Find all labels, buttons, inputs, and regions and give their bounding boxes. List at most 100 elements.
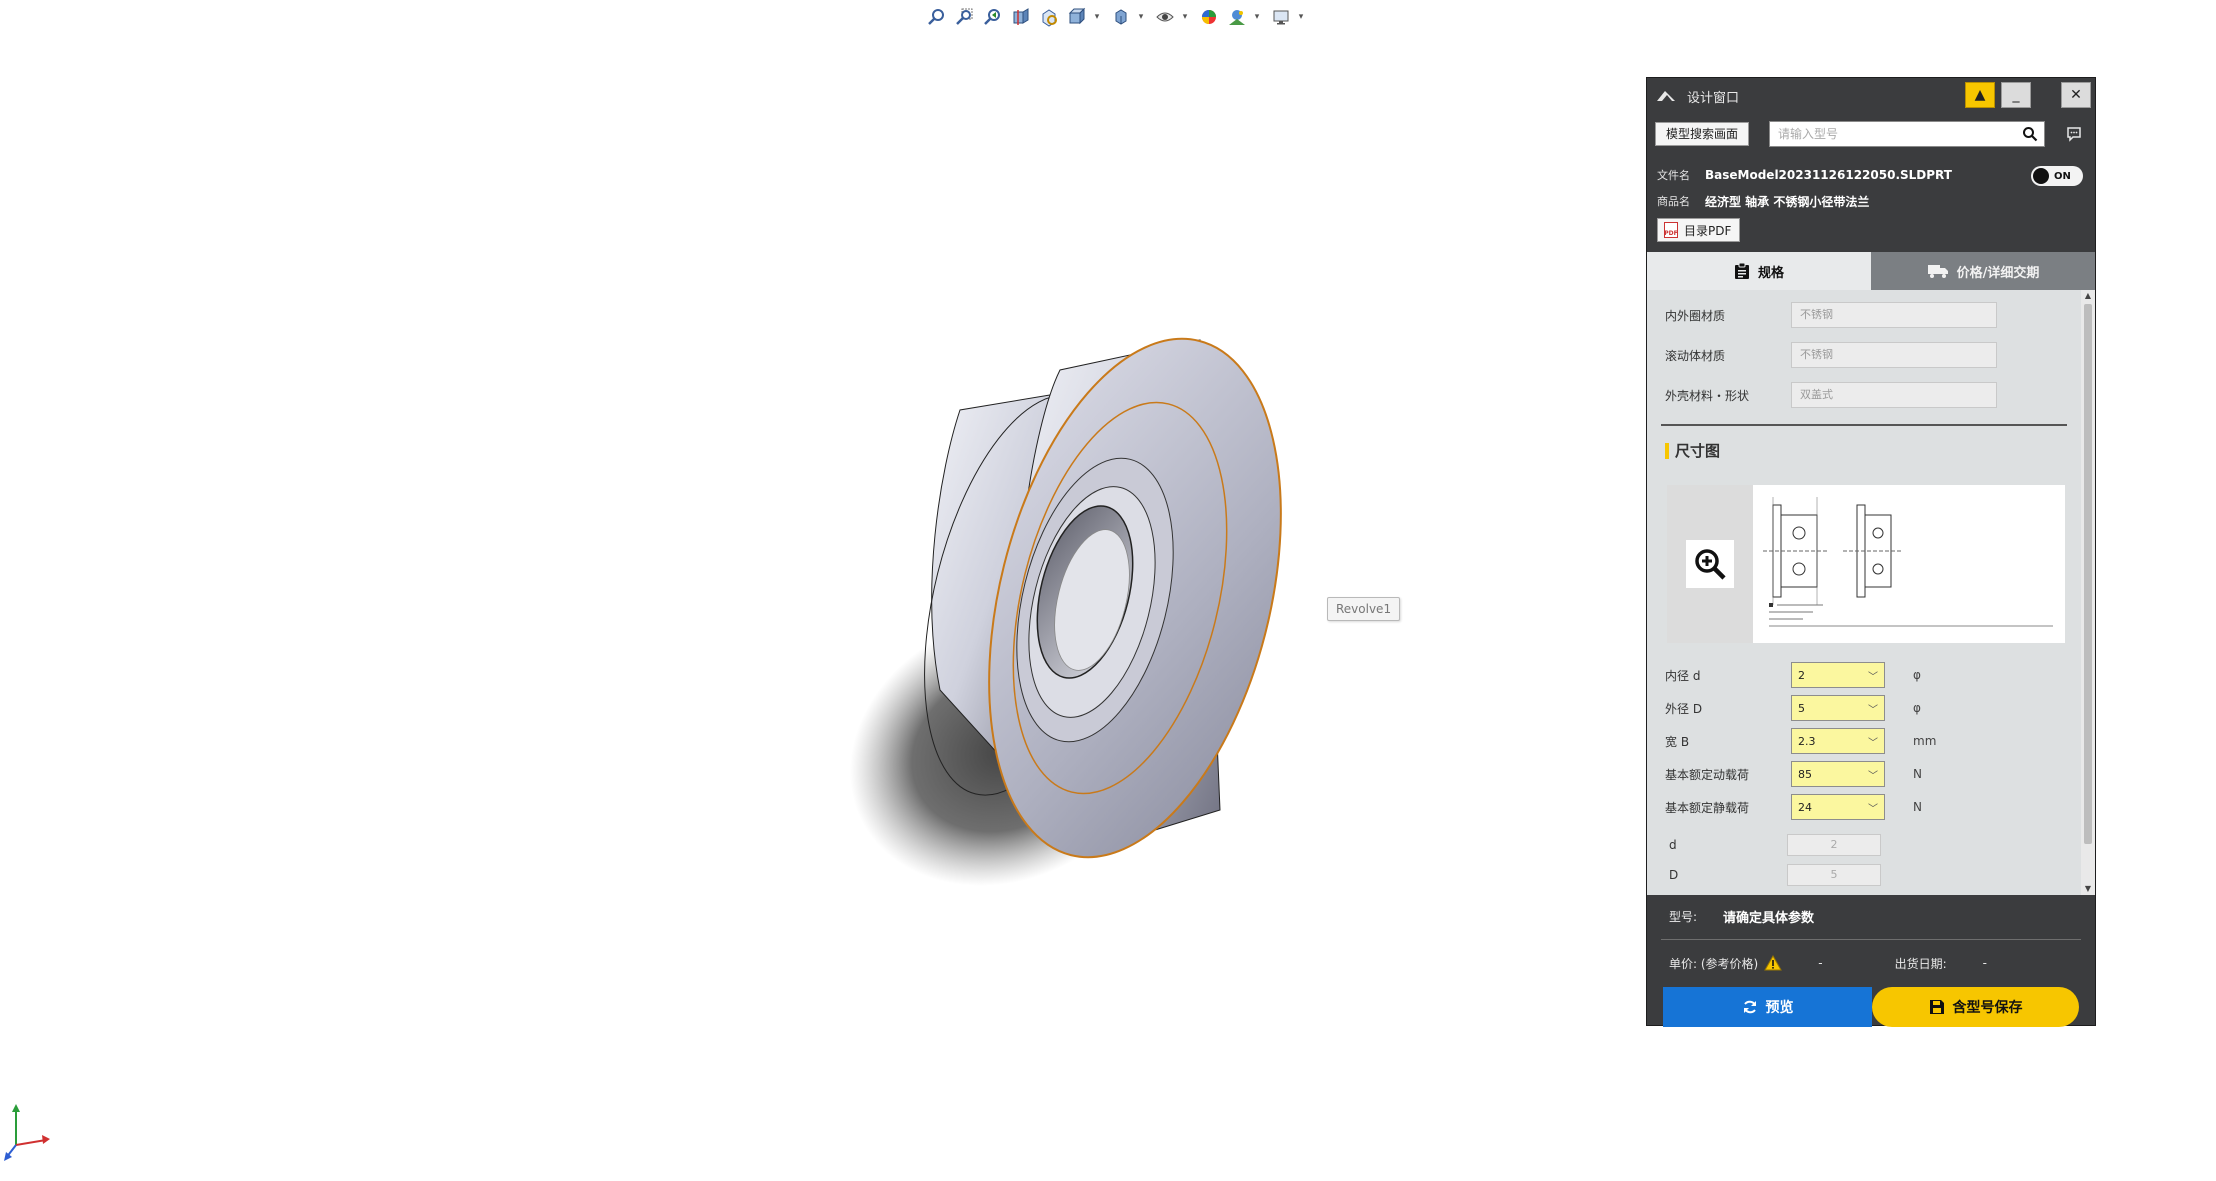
catalog-pdf-label: 目录PDF [1684, 223, 1732, 238]
save-with-model-button[interactable]: 含型号保存 [1872, 987, 2079, 1027]
content-scrollbar[interactable]: ▲ ▼ [2081, 290, 2095, 895]
model-number-input[interactable] [1776, 126, 2023, 142]
readonly-row-d: d 2 [1669, 834, 1881, 856]
section-divider [1661, 424, 2067, 426]
param-label: 外径 D [1665, 701, 1703, 716]
spec-value: 不锈钢 [1791, 342, 1997, 368]
minimize-icon: _ [2012, 87, 2020, 103]
width-select[interactable]: 2.3 ﹀ [1791, 728, 1885, 754]
chevron-down-icon: ﹀ [1868, 671, 1878, 683]
param-label: 基本额定动载荷 [1665, 767, 1750, 782]
param-unit: φ [1913, 668, 1921, 682]
close-button[interactable]: ✕ [2061, 82, 2091, 108]
readonly-label: d [1669, 838, 1677, 852]
specs-content: 内外圈材质 不锈钢 滚动体材质 不锈钢 外壳材料・形状 双盖式 尺寸图 内径 d… [1647, 290, 2095, 895]
chevron-down-icon: ﹀ [1868, 770, 1878, 782]
param-unit: N [1913, 800, 1922, 814]
panel-footer: 型号: 请确定具体参数 单价: (参考价格) - 出货日期: - 预览 含型号保… [1647, 895, 2095, 1027]
tab-specs-label: 规格 [1757, 265, 1784, 281]
inner-diameter-select[interactable]: 2 ﹀ [1791, 662, 1885, 688]
clipboard-icon [1734, 262, 1749, 279]
param-row-width: 宽 B 2.3 ﹀ mm [1665, 728, 1936, 754]
zoom-in-icon [1695, 549, 1726, 580]
param-row-inner-diameter: 内径 d 2 ﹀ φ [1665, 662, 1921, 688]
readonly-value: 2 [1787, 834, 1881, 856]
search-row: 模型搜索画面 [1655, 120, 2087, 148]
product-name-row: 商品名 经济型 轴承 不锈钢小径带法兰 [1657, 188, 2085, 214]
model-number-row: 型号: 请确定具体参数 [1669, 907, 1814, 926]
outer-diameter-select[interactable]: 5 ﹀ [1791, 695, 1885, 721]
axis-triad-icon [4, 1104, 50, 1161]
chevron-down-icon: ﹀ [1868, 803, 1878, 815]
spec-label: 外壳材料・形状 [1665, 388, 1750, 403]
product-name-value: 经济型 轴承 不锈钢小径带法兰 [1705, 194, 1870, 209]
catalog-pdf-button[interactable]: PDF 目录PDF [1657, 218, 1741, 242]
product-info: 文件名 BaseModel20231126122050.SLDPRT 商品名 经… [1657, 162, 2085, 252]
static-load-select[interactable]: 24 ﹀ [1791, 794, 1885, 820]
preview-label: 预览 [1765, 1000, 1794, 1016]
pin-button[interactable]: ▲ [1965, 82, 1995, 108]
param-value: 2.3 [1798, 734, 1816, 748]
toggle-knob [2033, 168, 2049, 184]
toggle-label: ON [2054, 170, 2071, 182]
dimension-section-title: 尺寸图 [1665, 440, 1720, 461]
on-off-toggle[interactable]: ON [2031, 166, 2083, 186]
spec-row-shell-material: 外壳材料・形状 双盖式 [1665, 382, 1997, 408]
param-value: 5 [1798, 701, 1805, 715]
readonly-row-D: D 5 [1669, 864, 1881, 886]
feature-tooltip: Revolve1 [1327, 597, 1401, 621]
chat-button[interactable] [2061, 121, 2087, 147]
zoom-button[interactable] [1686, 540, 1734, 588]
param-row-dynamic-load: 基本额定动载荷 85 ﹀ N [1665, 761, 1922, 787]
model-search-button[interactable]: 模型搜索画面 [1655, 122, 1750, 146]
dynamic-load-select[interactable]: 85 ﹀ [1791, 761, 1885, 787]
dimension-section-label: 尺寸图 [1675, 442, 1721, 460]
ship-date-value: - [1982, 956, 1987, 970]
action-row: 预览 含型号保存 [1663, 987, 2079, 1027]
price-row: 单价: (参考价格) - 出货日期: - [1669, 951, 2081, 975]
ship-date-label: 出货日期: [1894, 956, 1947, 971]
readonly-label: D [1669, 868, 1679, 882]
search-icon[interactable] [2022, 126, 2038, 142]
bearing-model[interactable] [830, 330, 1390, 950]
product-name-label: 商品名 [1657, 195, 1690, 208]
param-unit: N [1913, 767, 1922, 781]
bearing-drawing [1763, 497, 2053, 627]
graphics-viewport[interactable]: Revolve1 [0, 0, 1640, 1181]
tab-price-delivery[interactable]: 价格/详细交期 [1871, 252, 2095, 290]
pdf-icon: PDF [1664, 222, 1678, 238]
param-label: 内径 d [1665, 668, 1701, 683]
section-accent-bar [1665, 442, 1669, 459]
refresh-icon [1743, 1000, 1756, 1014]
readonly-value: 5 [1787, 864, 1881, 886]
panel-title: 设计窗口 [1687, 90, 1740, 106]
param-row-outer-diameter: 外径 D 5 ﹀ φ [1665, 695, 1921, 721]
preview-button[interactable]: 预览 [1663, 987, 1872, 1027]
file-name-label: 文件名 [1657, 169, 1690, 182]
chat-icon [2067, 127, 2081, 142]
param-value: 85 [1798, 767, 1812, 781]
param-label: 宽 B [1665, 734, 1690, 749]
design-window-panel: 设计窗口 ▲ _ ✕ 模型搜索画面 文件名 BaseModel202311261… [1646, 77, 2096, 1027]
dimension-diagram [1667, 485, 2065, 643]
spec-row-ring-material: 内外圈材质 不锈钢 [1665, 302, 1997, 328]
save-label: 含型号保存 [1952, 1000, 2023, 1016]
pin-icon: ▲ [1974, 87, 1986, 103]
file-name-row: 文件名 BaseModel20231126122050.SLDPRT [1657, 162, 2085, 188]
scroll-down-icon[interactable]: ▼ [2081, 883, 2095, 895]
file-name-value: BaseModel20231126122050.SLDPRT [1705, 168, 1952, 182]
warning-icon[interactable] [1764, 955, 1783, 971]
scroll-up-icon[interactable]: ▲ [2081, 290, 2095, 302]
chevron-down-icon: ﹀ [1868, 737, 1878, 749]
tab-specs[interactable]: 规格 [1647, 252, 1871, 290]
param-unit: φ [1913, 701, 1921, 715]
panel-titlebar[interactable]: 设计窗口 ▲ _ ✕ [1647, 78, 2095, 114]
spec-value: 双盖式 [1791, 382, 1997, 408]
scroll-thumb[interactable] [2084, 304, 2092, 844]
search-box [1769, 121, 2046, 147]
spec-label: 内外圈材质 [1665, 308, 1726, 323]
model-number-value: 请确定具体参数 [1723, 911, 1815, 926]
price-label: 单价: (参考价格) [1669, 956, 1759, 971]
minimize-button[interactable]: _ [2001, 82, 2031, 108]
footer-divider [1661, 939, 2081, 940]
